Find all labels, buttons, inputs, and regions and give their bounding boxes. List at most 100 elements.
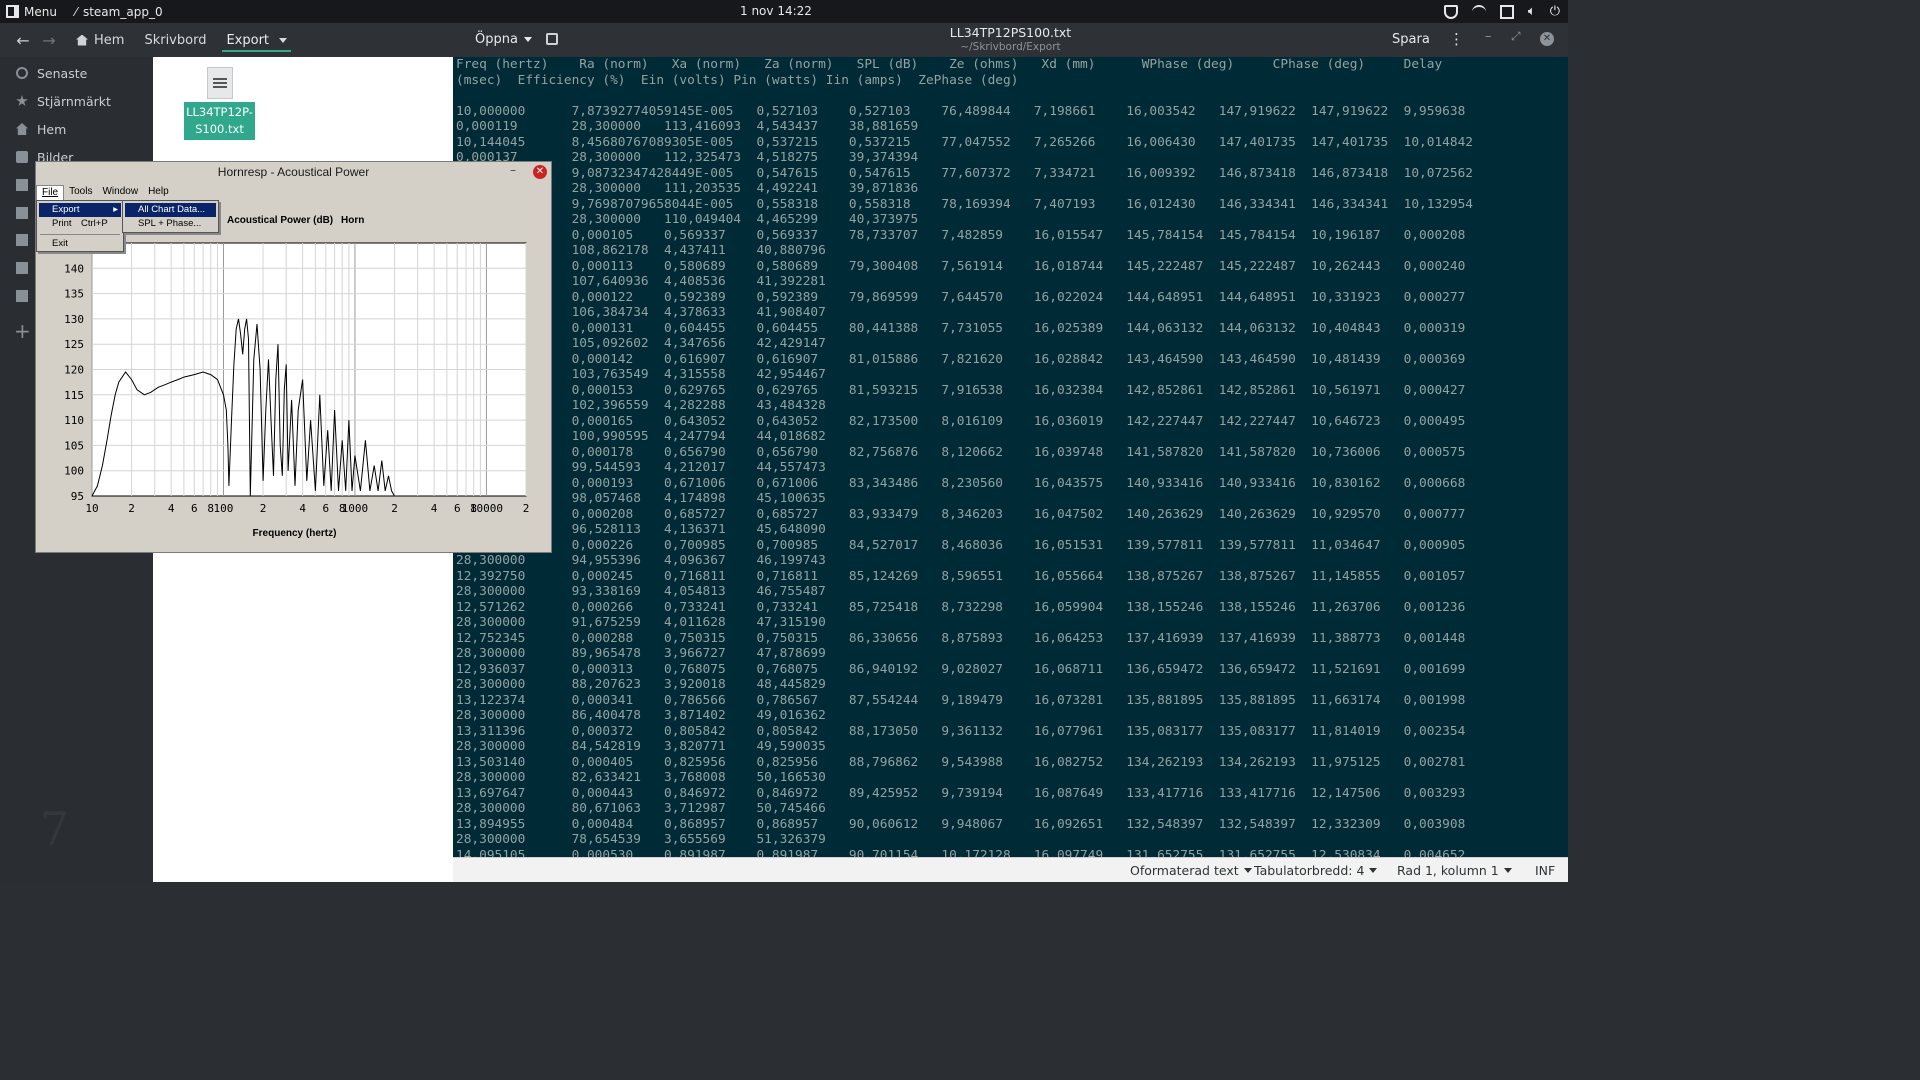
editor-line: 28,300000 103,763549 4,315558 42,954467 (456, 367, 826, 382)
breadcrumb-desktop[interactable]: Skrivbord (134, 23, 216, 57)
menu-shortcut: Ctrl+P (81, 218, 108, 229)
y-axis-labels: 95 100 105 110 115 120 125 130 135 140 (64, 262, 84, 503)
editor-line: 28,300000 86,400478 3,871402 49,016362 (456, 708, 826, 723)
editor-line: 28,300000 88,207623 3,920018 48,445829 (456, 677, 826, 692)
editor-line: 12,043261 0,000208 0,685727 0,685727 83,… (456, 506, 1466, 522)
text-file-icon[interactable] (207, 67, 233, 99)
breadcrumb-export[interactable]: Export (216, 23, 297, 57)
power-icon[interactable]: ⏻ (1550, 4, 1560, 19)
x-tick-label: 4 (431, 502, 438, 515)
format-label: Oformaterad text (1130, 863, 1239, 878)
editor-line: 11,872249 0,000193 0,671006 0,671006 83,… (456, 475, 1466, 491)
editor-line: 14,095105 0,000530 0,891987 0,891987 90,… (456, 847, 1466, 858)
x-tick-label: 10 (85, 502, 98, 515)
shield-icon[interactable] (1443, 4, 1458, 19)
y-tick-label: 130 (64, 313, 84, 326)
sidebar-item-recent[interactable]: Senaste (0, 59, 153, 87)
editor-line: 0,000152 28,300000 111,203535 4,492241 3… (456, 181, 919, 196)
menu-item-exit[interactable]: Exit (39, 237, 121, 251)
x-tick-label: 100 (214, 502, 234, 515)
x-tick-label: 1000 (342, 502, 369, 515)
home-icon (16, 123, 28, 135)
x-axis-title: Frequency (hertz) (252, 528, 337, 539)
editor-line: 28,300000 99,544593 4,212017 44,557473 (456, 460, 826, 475)
editor-line: 0,000173 28,300000 110,049404 4,465299 4… (456, 212, 919, 227)
editor-line: 11,537477 0,000165 0,643052 0,643052 82,… (456, 413, 1466, 429)
x-tick-label: 10000 (470, 502, 503, 515)
cursor-position[interactable]: Rad 1, kolumn 1 (1397, 863, 1512, 878)
editor-line: 28,300000 108,862178 4,437411 40,880796 (456, 243, 826, 258)
format-selector[interactable]: Oformaterad text (1130, 863, 1252, 878)
documents-icon[interactable] (16, 179, 28, 191)
minimize-icon[interactable]: – (1485, 29, 1492, 44)
tab-width-selector[interactable]: Tabulatorbredd: 4 (1254, 863, 1378, 878)
menu-item-label: Export (52, 204, 80, 215)
y-tick-label: 135 (64, 288, 84, 301)
x-tick-label: 2 (260, 502, 267, 515)
editor-line: 28,300000 93,338169 4,054813 46,755487 (456, 584, 826, 599)
taskbar-item[interactable]: ⁄ steam_app_0 (65, 0, 173, 23)
x-axis-labels: 10 2 4 6 8 100 2 4 6 81000 2 4 6 810000 2 (85, 502, 529, 515)
app-menu-button[interactable]: Menu (0, 0, 65, 23)
star-icon (16, 95, 28, 106)
save-button[interactable]: Spara (1392, 32, 1430, 47)
recent-icon (16, 67, 28, 79)
system-tray: 🔈︎ ⏻ (1443, 0, 1560, 23)
menu-item-spl-phase[interactable]: SPL + Phase... (125, 217, 216, 231)
volume-icon[interactable]: 🔈︎ (1528, 4, 1536, 19)
close-icon[interactable]: ✕ (1540, 32, 1554, 46)
add-location-icon[interactable]: + (14, 319, 31, 343)
editor-line: 13,122374 0,000341 0,786566 0,786567 87,… (456, 692, 1466, 708)
menu-file[interactable]: File (36, 185, 65, 201)
tab-width-label: Tabulatorbredd: 4 (1254, 863, 1365, 878)
editor-line: 28,300000 78,654539 3,655569 51,326379 (456, 832, 826, 847)
x-tick-label: 2 (391, 502, 398, 515)
editor-line: 13,894955 0,000484 0,868957 0,868957 90,… (456, 816, 1466, 832)
text-editor-area[interactable]: Freq (hertz) Ra (norm) Xa (norm) Za (nor… (453, 57, 1568, 857)
menu-item-export[interactable]: Export ▸ (39, 203, 121, 217)
sidebar-item-starred[interactable]: Stjärnmärkt (0, 87, 153, 115)
x-tick-label: 2 (523, 502, 530, 515)
chevron-down-icon (1243, 868, 1252, 873)
y-tick-label: 100 (64, 465, 84, 478)
menu-item-all-chart-data[interactable]: All Chart Data... (125, 203, 216, 217)
menu-window[interactable]: Window (97, 185, 143, 201)
y-tick-label: 110 (64, 414, 84, 427)
clock[interactable]: 1 nov 14:22 (740, 4, 812, 18)
editor-line: 0,000119 28,300000 113,416093 4,543437 3… (456, 119, 919, 134)
editor-line: 10,438388 9,76987079658044E-005 0,558318… (456, 196, 1473, 212)
music-icon[interactable] (16, 234, 28, 246)
back-arrow-icon[interactable]: ← (10, 31, 36, 50)
more-options-icon[interactable]: ⋮ (1449, 30, 1464, 48)
insert-mode[interactable]: INF (1535, 863, 1555, 878)
editor-text: Freq (hertz) Ra (norm) Xa (norm) Za (nor… (456, 57, 1473, 857)
editor-line: 10,144045 8,45680767089305E-005 0,537215… (456, 134, 1473, 150)
pictures-icon (16, 151, 28, 163)
downloads-icon[interactable] (16, 207, 28, 219)
editor-line: 12,936037 0,000313 0,768075 0,768075 86,… (456, 661, 1466, 677)
editor-line: 28,300000 98,057468 4,174898 45,100635 (456, 491, 826, 506)
editor-line: 10,895988 0,000122 0,592389 0,592389 79,… (456, 289, 1466, 305)
chevron-down-icon (279, 37, 288, 43)
editor-line: 28,300000 89,965478 3,966727 47,878699 (456, 646, 826, 661)
x-tick-label: 4 (299, 502, 306, 515)
y-tick-label: 105 (64, 439, 84, 452)
maximize-icon[interactable]: ⤢ (1511, 29, 1521, 44)
menu-help[interactable]: Help (143, 185, 174, 201)
editor-line: 10,588745 0,000105 0,569337 0,569337 78,… (456, 227, 1466, 243)
forward-arrow-icon[interactable]: → (36, 31, 62, 50)
menu-item-print[interactable]: Print Ctrl+P (39, 217, 121, 231)
trash-icon[interactable] (16, 290, 28, 302)
network-icon[interactable] (1471, 4, 1486, 19)
menu-tools[interactable]: Tools (64, 185, 97, 201)
videos-icon[interactable] (16, 262, 28, 274)
y-tick-label: 120 (64, 364, 84, 377)
window-icon[interactable] (1499, 4, 1514, 19)
editor-line: (msec) Efficiency (%) Ein (volts) Pin (w… (456, 72, 1019, 88)
sidebar-item-home[interactable]: Hem (0, 115, 153, 143)
file-name-label[interactable]: LL34TP12P-S100.txt (184, 102, 255, 140)
editor-line: 28,300000 105,092602 4,347656 42,429147 (456, 336, 826, 351)
breadcrumb-home[interactable]: Hem (66, 23, 134, 57)
feather-icon: ⁄ (74, 4, 77, 19)
